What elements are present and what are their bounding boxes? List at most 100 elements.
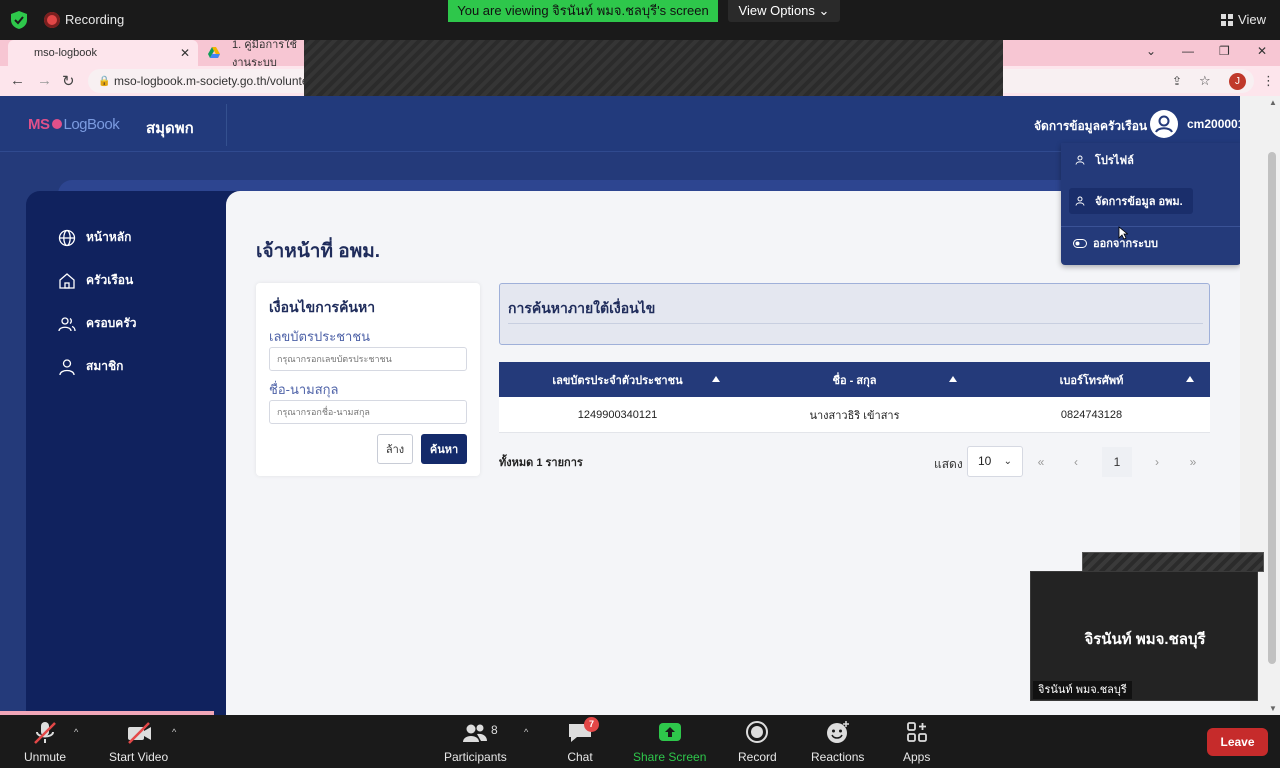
menu-item-manage-data[interactable]: จัดการข้อมูล อพม. <box>1069 188 1193 214</box>
url-text: mso-logbook.m-society.go.th/voluntee <box>114 74 316 88</box>
menu-item-logout[interactable]: ออกจากระบบ <box>1071 230 1195 256</box>
reactions-icon <box>826 721 849 743</box>
prev-page-button[interactable]: ‹ <box>1061 447 1091 477</box>
participants-icon <box>463 724 488 742</box>
first-page-button[interactable]: « <box>1026 447 1056 477</box>
zoom-control-bar: Unmute ^ Start Video ^ Participants 8 ^ … <box>0 715 1280 768</box>
grid-icon <box>1221 13 1234 26</box>
apps-icon <box>906 722 927 742</box>
clear-button[interactable]: ล้าง <box>377 434 413 464</box>
id-input[interactable] <box>269 347 467 371</box>
menu-item-label: โปรไฟล์ <box>1095 155 1134 167</box>
last-page-button[interactable]: » <box>1178 447 1208 477</box>
close-tab-icon[interactable]: ✕ <box>180 46 190 60</box>
participant-video-tile[interactable]: จิรนันท์ พมจ.ชลบุรี จิรนันท์ พมจ.ชลบุรี <box>1030 571 1258 701</box>
sidebar-item-home[interactable]: หน้าหลัก <box>58 228 131 247</box>
logo-book: LogBook <box>63 116 120 133</box>
search-panel: เงื่อนไขการค้นหา เลขบัตรประชาชน ชื่อ-นาม… <box>256 283 480 476</box>
lock-icon[interactable]: 🔒 <box>98 76 110 87</box>
cell-phone: 0824743128 <box>1060 408 1123 421</box>
logo-mso: MS <box>28 116 50 133</box>
participants-caret-icon[interactable]: ^ <box>524 727 528 737</box>
tab-manual[interactable]: 1. คู่มือการใช้งานระบบ <box>198 40 308 69</box>
sort-asc-icon[interactable] <box>712 376 720 382</box>
leave-button[interactable]: Leave <box>1207 728 1268 756</box>
mso-logbook-logo[interactable]: MS LogBook <box>28 116 120 133</box>
apps-button[interactable]: Apps <box>903 721 930 764</box>
scrollbar-thumb[interactable] <box>1268 152 1276 664</box>
view-options-button[interactable]: View Options ⌄ <box>728 0 840 22</box>
results-table: เลขบัตรประจำตัวประชาชน ชื่อ - สกุล เบอร์… <box>499 362 1210 433</box>
back-icon[interactable]: ← <box>10 72 25 89</box>
header-divider <box>226 104 227 146</box>
start-video-label: Start Video <box>109 750 169 764</box>
share-screen-icon <box>658 723 681 741</box>
results-title: การค้นหาภายใต้เงื่อนไข <box>508 300 656 316</box>
search-panel-title: เงื่อนไขการค้นหา <box>269 299 376 315</box>
sidebar-item-member[interactable]: สมาชิก <box>58 357 123 376</box>
browser-menu-icon[interactable]: ⋮ <box>1262 73 1275 89</box>
unmute-button[interactable]: Unmute <box>24 721 66 764</box>
bookmark-star-icon[interactable]: ☆ <box>1199 73 1211 89</box>
share-screen-button[interactable]: Share Screen <box>633 721 706 764</box>
close-window-icon[interactable]: ✕ <box>1257 44 1267 58</box>
video-options-caret-icon[interactable]: ^ <box>172 727 176 737</box>
sort-asc-icon[interactable] <box>1186 376 1194 382</box>
participant-label: จิรนันท์ พมจ.ชลบุรี <box>1033 681 1132 699</box>
sidebar-item-label: หน้าหลัก <box>86 230 132 244</box>
shield-icon[interactable] <box>10 10 28 30</box>
globe-icon <box>58 229 76 246</box>
results-panel: การค้นหาภายใต้เงื่อนไข <box>499 283 1210 345</box>
screen-thumbnail[interactable] <box>1082 552 1264 572</box>
scroll-up-icon[interactable]: ▲ <box>1269 98 1277 107</box>
record-button[interactable]: Record <box>738 721 777 764</box>
scroll-down-icon[interactable]: ▼ <box>1269 704 1277 713</box>
audio-options-caret-icon[interactable]: ^ <box>74 727 78 737</box>
column-header-name[interactable]: ชื่อ - สกุล <box>736 362 973 397</box>
header-label: เลขบัตรประจำตัวประชาชน <box>552 374 683 387</box>
forward-icon[interactable]: → <box>37 72 52 89</box>
header-label: ชื่อ - สกุล <box>832 374 877 387</box>
sidebar-item-family[interactable]: ครอบครัว <box>58 314 137 333</box>
user-icon <box>59 358 75 375</box>
page-title: เจ้าหน้าที่ อพม. <box>256 241 381 262</box>
sidebar-item-household[interactable]: ครัวเรือน <box>58 271 133 290</box>
name-input[interactable] <box>269 400 467 424</box>
page-size-select[interactable]: 10 ⌄ <box>967 446 1023 477</box>
column-header-id[interactable]: เลขบัตรประจำตัวประชาชน <box>499 362 736 397</box>
search-button[interactable]: ค้นหา <box>421 434 467 464</box>
reactions-button[interactable]: Reactions <box>811 721 864 764</box>
next-page-button[interactable]: › <box>1142 447 1172 477</box>
start-video-button[interactable]: Start Video <box>109 721 168 764</box>
user-avatar-icon[interactable] <box>1150 110 1178 138</box>
tab-search-icon[interactable]: ⌄ <box>1146 44 1156 58</box>
menu-item-profile[interactable]: โปรไฟล์ <box>1069 147 1193 173</box>
maximize-icon[interactable]: ❐ <box>1219 44 1230 58</box>
menu-divider <box>1061 226 1240 227</box>
reload-icon[interactable]: ↻ <box>62 72 75 90</box>
share-icon[interactable]: ⇪ <box>1172 74 1182 88</box>
sidebar-item-label: ครัวเรือน <box>86 273 134 287</box>
column-header-phone[interactable]: เบอร์โทรศัพท์ <box>973 362 1210 397</box>
menu-item-label: จัดการข้อมูล อพม. <box>1095 196 1183 208</box>
current-page-button[interactable]: 1 <box>1102 447 1132 477</box>
unmute-label: Unmute <box>24 750 67 764</box>
id-label: เลขบัตรประชาชน <box>269 329 371 344</box>
manage-household-link[interactable]: จัดการข้อมูลครัวเรือน <box>1034 117 1147 136</box>
table-row[interactable]: 1249900340121 นางสาวธิริ เข้าสาร 0824743… <box>499 397 1210 433</box>
table-header: เลขบัตรประจำตัวประชาชน ชื่อ - สกุล เบอร์… <box>499 362 1210 397</box>
profile-avatar[interactable]: J <box>1229 73 1246 90</box>
cell-name: นางสาวธิริ เข้าสาร <box>809 409 900 422</box>
view-button[interactable]: View <box>1221 12 1266 27</box>
minimize-icon[interactable]: — <box>1182 44 1194 58</box>
tab-mso-logbook[interactable]: mso-logbook ✕ <box>8 40 198 66</box>
sort-asc-icon[interactable] <box>949 376 957 382</box>
username[interactable]: cm200001 <box>1187 117 1240 131</box>
screen-share-overlay <box>304 40 1003 104</box>
user-dropdown-menu: โปรไฟล์ จัดการข้อมูล อพม. ออกจากระบบ <box>1061 143 1240 265</box>
record-label: Record <box>738 750 777 764</box>
view-options-label: View Options <box>738 3 815 18</box>
total-count: ทั้งหมด 1 รายการ <box>499 457 583 469</box>
house-icon <box>59 272 75 289</box>
cell-id: 1249900340121 <box>577 408 658 421</box>
